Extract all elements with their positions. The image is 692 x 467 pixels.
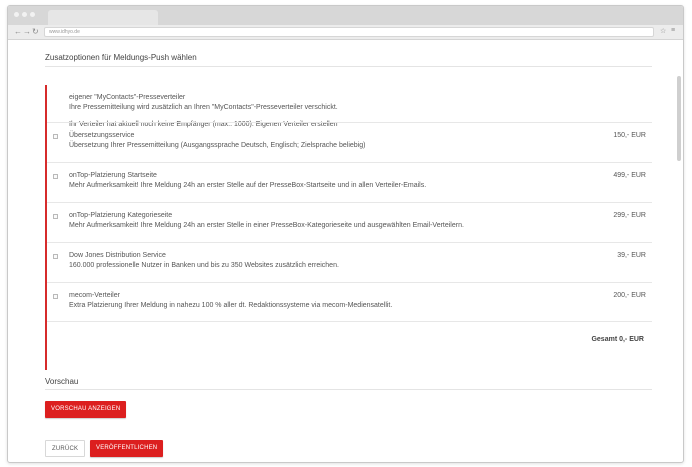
option-row: Übersetzungsservice Übersetzung Ihrer Pr…: [47, 122, 652, 162]
option-title: onTop-Platzierung Startseite: [69, 172, 157, 179]
option-price: 39,- EUR: [617, 252, 646, 259]
option-checkbox[interactable]: [53, 214, 58, 219]
option-row: mecom-Verteiler Extra Platzierung Ihrer …: [47, 282, 652, 322]
page-content: Zusatzoptionen für Meldungs-Push wählen …: [8, 40, 683, 462]
browser-toolbar: ← → ↻ www.idhyo.de ☆ ≡: [8, 25, 683, 40]
preview-divider: [45, 389, 652, 390]
maximize-window-button[interactable]: [30, 12, 35, 17]
url-text: www.idhyo.de: [49, 29, 80, 35]
option-price: 299,- EUR: [613, 212, 646, 219]
option-desc: Mehr Aufmerksamkeit! Ihre Meldung 24h an…: [69, 182, 427, 189]
option-price: 150,- EUR: [613, 132, 646, 139]
option-row: onTop-Platzierung Startseite Mehr Aufmer…: [47, 162, 652, 202]
mycontacts-text: Ihre Pressemitteilung wird zusätzlich an…: [69, 103, 338, 111]
option-title: Übersetzungsservice: [69, 132, 135, 139]
option-row: Dow Jones Distribution Service 160.000 p…: [47, 242, 652, 282]
option-price: 499,- EUR: [613, 172, 646, 179]
option-desc: 160.000 professionelle Nutzer in Banken …: [69, 262, 339, 269]
mycontacts-title: eigener "MyContacts"-Presseverteiler: [69, 94, 186, 101]
preview-title: Vorschau: [45, 377, 79, 386]
scrollbar[interactable]: [677, 76, 681, 161]
section-divider: [45, 66, 652, 67]
menu-icon[interactable]: ≡: [671, 27, 675, 34]
star-icon[interactable]: ☆: [660, 27, 666, 35]
option-checkbox[interactable]: [53, 294, 58, 299]
title-bar: [8, 6, 683, 25]
option-title: Dow Jones Distribution Service: [69, 252, 166, 259]
option-checkbox[interactable]: [53, 254, 58, 259]
option-title: mecom-Verteiler: [69, 292, 120, 299]
option-title: onTop-Platzierung Kategorieseite: [69, 212, 173, 219]
option-row: onTop-Platzierung Kategorieseite Mehr Au…: [47, 202, 652, 242]
window-controls: [14, 12, 35, 17]
section-title: Zusatzoptionen für Meldungs-Push wählen: [45, 53, 197, 62]
preview-button[interactable]: Vorschau anzeigen: [45, 401, 127, 418]
address-bar[interactable]: www.idhyo.de: [44, 27, 654, 37]
option-desc: Übersetzung Ihrer Pressemitteilung (Ausg…: [69, 142, 366, 149]
option-price: 200,- EUR: [613, 292, 646, 299]
total-price: Gesamt 0,- EUR: [591, 336, 644, 343]
option-checkbox[interactable]: [53, 174, 58, 179]
reload-icon[interactable]: ↻: [32, 27, 39, 36]
back-arrow-icon[interactable]: ←: [14, 27, 22, 36]
option-desc: Extra Platzierung Ihrer Meldung in nahez…: [69, 302, 393, 309]
option-checkbox[interactable]: [53, 134, 58, 139]
publish-button[interactable]: Veröffentlichen: [90, 440, 164, 457]
back-button[interactable]: Zurück: [45, 440, 86, 457]
option-desc: Mehr Aufmerksamkeit! Ihre Meldung 24h an…: [69, 222, 464, 229]
browser-tab[interactable]: [48, 10, 158, 25]
browser-window: ← → ↻ www.idhyo.de ☆ ≡ Zusatzoptionen fü…: [7, 5, 684, 463]
options-panel: eigener "MyContacts"-Presseverteiler Ihr…: [45, 85, 652, 370]
close-window-button[interactable]: [14, 12, 19, 17]
forward-arrow-icon[interactable]: →: [23, 27, 31, 36]
minimize-window-button[interactable]: [22, 12, 27, 17]
